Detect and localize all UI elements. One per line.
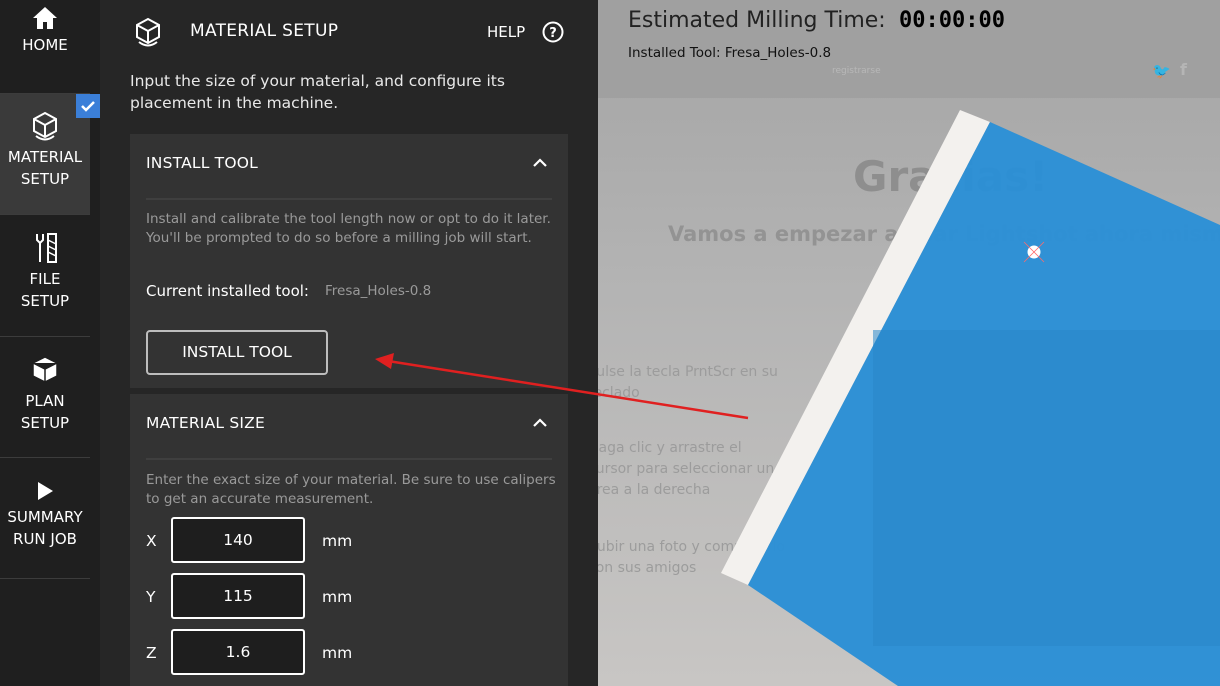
dim-y-label: Y [146,588,156,606]
chevron-up-icon[interactable] [532,156,548,170]
nav-plan-label-1: PLAN [25,392,65,410]
home-icon [33,7,57,29]
svg-text:?: ? [549,26,557,41]
nav-file-label-1: FILE [29,270,61,288]
dim-x-input[interactable]: 140 [171,517,305,563]
nav-file-setup[interactable]: FILE SETUP [0,232,90,332]
nav-home-label: HOME [22,36,68,54]
current-tool-label: Current installed tool: [146,282,309,300]
nav-material-label-1: MATERIAL [7,148,83,166]
dim-y-unit: mm [322,588,353,606]
play-icon [38,482,53,500]
nav-plan-label-2: SETUP [20,414,70,432]
help-link[interactable]: HELP [487,23,525,41]
material-setup-panel: MATERIAL SETUP HELP ? Input the size of … [100,0,598,686]
material-size-description: Enter the exact size of your material. B… [146,472,556,507]
dim-z-input[interactable]: 1.6 [171,629,305,675]
dim-x-label: X [146,532,157,550]
estimated-time-value: 00:00:00 [899,8,1005,33]
panel-header: MATERIAL SETUP HELP ? [100,0,598,66]
dim-z-unit: mm [322,644,353,662]
nav-home[interactable]: HOME [0,6,90,90]
dim-z-label: Z [146,644,157,662]
dim-y-input[interactable]: 115 [171,573,305,619]
nav-summary-label-1: SUMMARY [7,508,83,526]
3d-viewport[interactable]: registrarse 🐦 f Gracias! Vamos a empezar… [598,0,1220,686]
installed-tool-status: Installed Tool: Fresa_Holes-0.8 [628,45,832,61]
nav-file-label-2: SETUP [20,292,70,310]
material-setup-icon [136,17,160,47]
plan-cube-icon [32,356,58,383]
material-size-title[interactable]: MATERIAL SIZE [146,414,265,432]
page-title: MATERIAL SETUP [190,21,339,41]
nav-plan-setup[interactable]: PLAN SETUP [0,354,90,454]
current-tool-value: Fresa_Holes-0.8 [325,283,432,299]
chevron-up-icon[interactable] [532,416,548,430]
install-tool-description: Install and calibrate the tool length no… [146,211,551,246]
left-nav: HOME MATERIAL SETUP FILE SETUP PLAN SETU… [0,0,100,686]
dim-x-unit: mm [322,532,353,550]
intro-text: Input the size of your material, and con… [130,72,505,112]
completed-check-icon [76,94,100,118]
install-tool-title[interactable]: INSTALL TOOL [146,154,258,172]
tools-icon [36,233,57,263]
estimated-time-label: Estimated Milling Time: [628,8,886,33]
nav-material-label-2: SETUP [20,170,70,188]
material-plate[interactable] [598,0,1220,686]
help-icon[interactable]: ? [542,21,564,43]
nav-summary-run-job[interactable]: SUMMARY RUN JOB [0,480,90,576]
material-cube-icon [33,111,57,141]
install-tool-card: INSTALL TOOL Install and calibrate the t… [130,134,568,388]
install-tool-button[interactable]: INSTALL TOOL [146,330,328,375]
nav-summary-label-2: RUN JOB [13,530,77,548]
